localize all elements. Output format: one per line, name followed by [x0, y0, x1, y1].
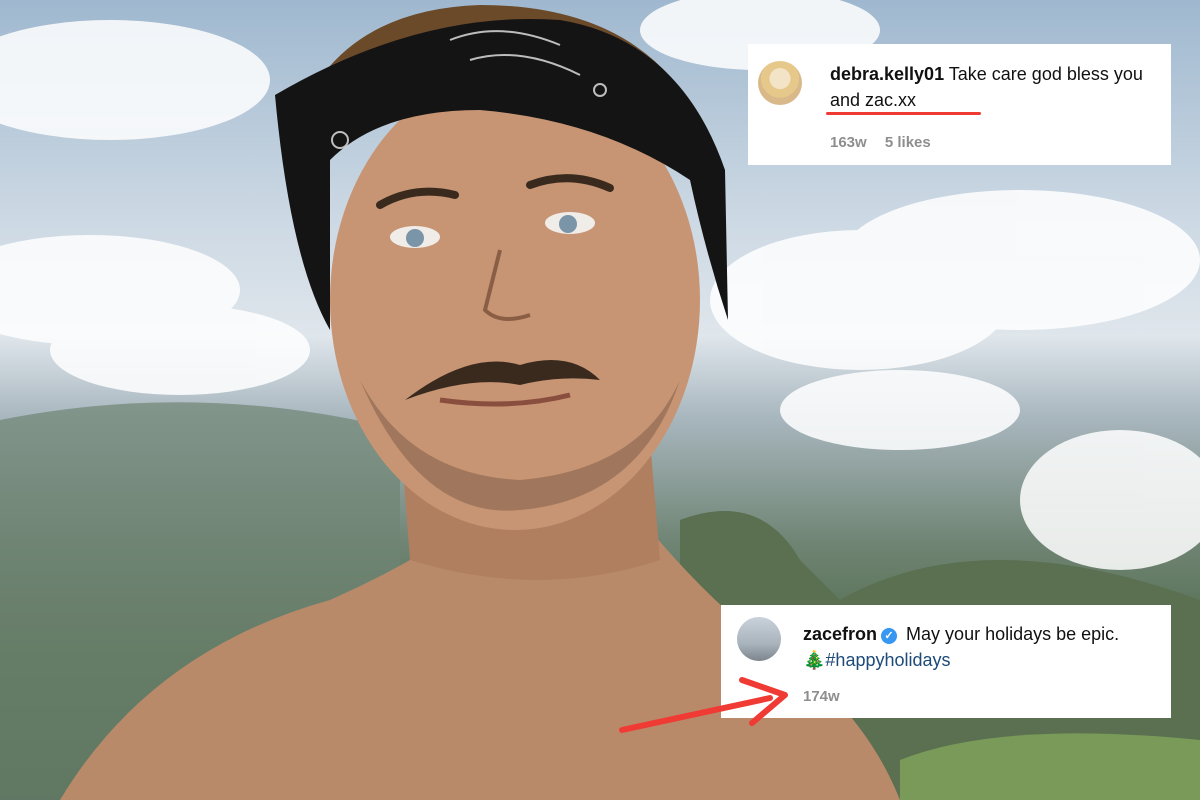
red-arrow-icon — [619, 677, 788, 733]
